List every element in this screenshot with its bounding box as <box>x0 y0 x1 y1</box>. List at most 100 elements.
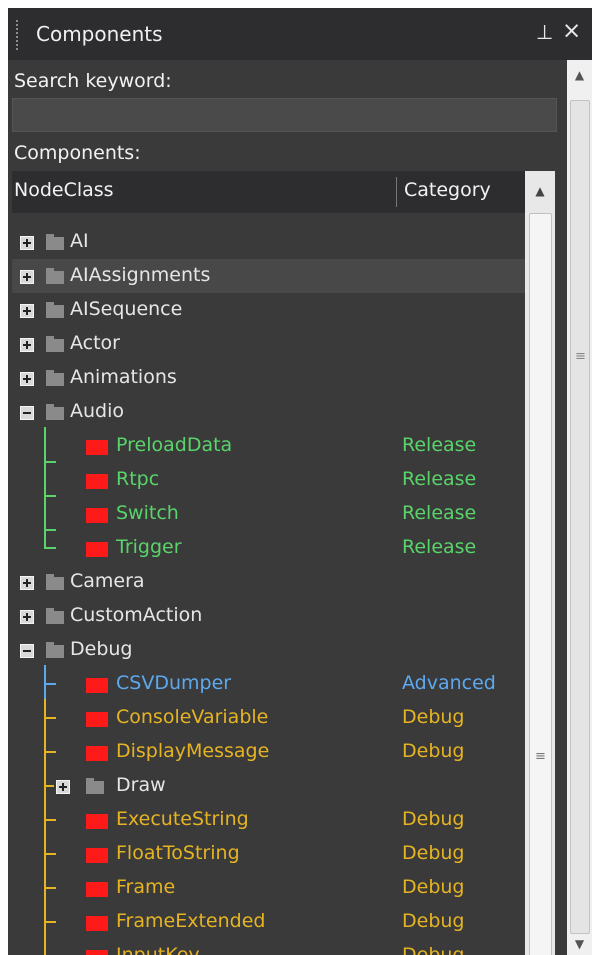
folder-icon <box>46 302 64 318</box>
tree-node-frame[interactable]: Frame Debug <box>12 871 525 905</box>
components-label: Components: <box>14 142 141 164</box>
folder-label: Animations <box>70 366 177 388</box>
node-category: Debug <box>402 910 465 932</box>
tree-folder-aiassignments[interactable]: AIAssignments <box>12 259 525 293</box>
tree-node-floattostring[interactable]: FloatToString Debug <box>12 837 525 871</box>
tree-scroll-thumb[interactable]: ≡ <box>529 213 552 955</box>
tree-node-switch[interactable]: Switch Release <box>12 497 525 531</box>
node-marker-icon <box>86 746 108 761</box>
node-label: PreloadData <box>116 434 233 456</box>
tree-node-displaymessage[interactable]: DisplayMessage Debug <box>12 735 525 769</box>
expand-icon[interactable] <box>20 304 34 318</box>
pin-icon[interactable]: ⊥ <box>536 20 553 44</box>
component-tree: AI AIAssignments AISequence Actor Animat… <box>12 213 525 955</box>
scroll-up-arrow-icon[interactable]: ▲ <box>567 60 592 90</box>
tree-node-inputkey[interactable]: InputKey Debug <box>12 939 525 955</box>
expand-icon[interactable] <box>20 270 34 284</box>
folder-label: CustomAction <box>70 604 203 626</box>
collapse-icon[interactable] <box>20 644 34 658</box>
scroll-down-arrow-icon[interactable]: ▼ <box>567 933 592 955</box>
node-label: CSVDumper <box>116 672 232 694</box>
expand-icon[interactable] <box>20 576 34 590</box>
node-category: Release <box>402 434 477 456</box>
scroll-up-arrow-icon[interactable]: ▲ <box>525 171 555 211</box>
column-header-nodeclass[interactable]: NodeClass <box>14 179 114 201</box>
folder-icon <box>46 336 64 352</box>
expand-icon[interactable] <box>20 372 34 386</box>
folder-icon <box>46 370 64 386</box>
node-label: InputKey <box>116 944 200 955</box>
folder-icon <box>46 608 64 624</box>
expand-icon[interactable] <box>20 338 34 352</box>
node-label: ExecuteString <box>116 808 249 830</box>
node-label: DisplayMessage <box>116 740 270 762</box>
tree-node-csvdumper[interactable]: CSVDumper Advanced <box>12 667 525 701</box>
folder-icon <box>46 234 64 250</box>
node-marker-icon <box>86 916 108 931</box>
panel-scroll-thumb[interactable]: ≡ <box>570 100 590 934</box>
tree-node-preloaddata[interactable]: PreloadData Release <box>12 429 525 463</box>
folder-icon <box>86 778 104 794</box>
tree-folder-actor[interactable]: Actor <box>12 327 525 361</box>
node-category: Debug <box>402 876 465 898</box>
tree-node-consolevariable[interactable]: ConsoleVariable Debug <box>12 701 525 735</box>
tree-node-executestring[interactable]: ExecuteString Debug <box>12 803 525 837</box>
tree-folder-aisequence[interactable]: AISequence <box>12 293 525 327</box>
tree-header: NodeClass Category <box>12 171 525 213</box>
folder-icon <box>46 404 64 420</box>
panel-titlebar[interactable]: Components ⊥ × <box>8 8 592 60</box>
node-marker-icon <box>86 950 108 955</box>
node-marker-icon <box>86 848 108 863</box>
node-category: Debug <box>402 808 465 830</box>
folder-label: Actor <box>70 332 120 354</box>
tree-folder-ai[interactable]: AI <box>12 225 525 259</box>
components-panel: Components ⊥ × Search keyword: Component… <box>8 8 592 955</box>
column-header-category[interactable]: Category <box>404 179 491 201</box>
scroll-grip-icon: ≡ <box>535 749 546 764</box>
tree-scrollbar[interactable]: ▲ ≡ <box>525 171 555 955</box>
expand-icon[interactable] <box>56 780 70 794</box>
node-marker-icon <box>86 542 108 557</box>
node-label: Frame <box>116 876 176 898</box>
folder-label: AI <box>70 230 89 252</box>
drag-grip-icon[interactable] <box>16 20 18 50</box>
tree-node-trigger[interactable]: Trigger Release <box>12 531 525 565</box>
tree-folder-draw[interactable]: Draw <box>12 769 525 803</box>
tree-folder-debug[interactable]: Debug <box>12 633 525 667</box>
node-label: Trigger <box>116 536 182 558</box>
node-label: Rtpc <box>116 468 160 490</box>
folder-label: AISequence <box>70 298 183 320</box>
panel-scrollbar[interactable]: ▲ ≡ ▼ <box>567 60 592 955</box>
folder-icon <box>46 574 64 590</box>
folder-label: Debug <box>70 638 133 660</box>
tree-folder-audio[interactable]: Audio <box>12 395 525 429</box>
expand-icon[interactable] <box>20 236 34 250</box>
node-marker-icon <box>86 508 108 523</box>
node-category: Debug <box>402 944 465 955</box>
node-marker-icon <box>86 814 108 829</box>
tree-node-rtpc[interactable]: Rtpc Release <box>12 463 525 497</box>
node-label: ConsoleVariable <box>116 706 269 728</box>
node-marker-icon <box>86 474 108 489</box>
tree-node-frameextended[interactable]: FrameExtended Debug <box>12 905 525 939</box>
node-category: Debug <box>402 706 465 728</box>
tree-folder-animations[interactable]: Animations <box>12 361 525 395</box>
node-category: Release <box>402 502 477 524</box>
collapse-icon[interactable] <box>20 406 34 420</box>
node-marker-icon <box>86 882 108 897</box>
folder-icon <box>46 642 64 658</box>
close-icon[interactable]: × <box>562 18 581 44</box>
expand-icon[interactable] <box>20 610 34 624</box>
node-marker-icon <box>86 440 108 455</box>
search-input[interactable] <box>12 98 557 132</box>
node-category: Advanced <box>402 672 496 694</box>
folder-label: Camera <box>70 570 145 592</box>
node-label: FloatToString <box>116 842 240 864</box>
node-label: FrameExtended <box>116 910 266 932</box>
tree-folder-customaction[interactable]: CustomAction <box>12 599 525 633</box>
node-category: Debug <box>402 740 465 762</box>
node-marker-icon <box>86 678 108 693</box>
column-separator[interactable] <box>396 177 397 207</box>
tree-folder-camera[interactable]: Camera <box>12 565 525 599</box>
folder-icon <box>46 268 64 284</box>
